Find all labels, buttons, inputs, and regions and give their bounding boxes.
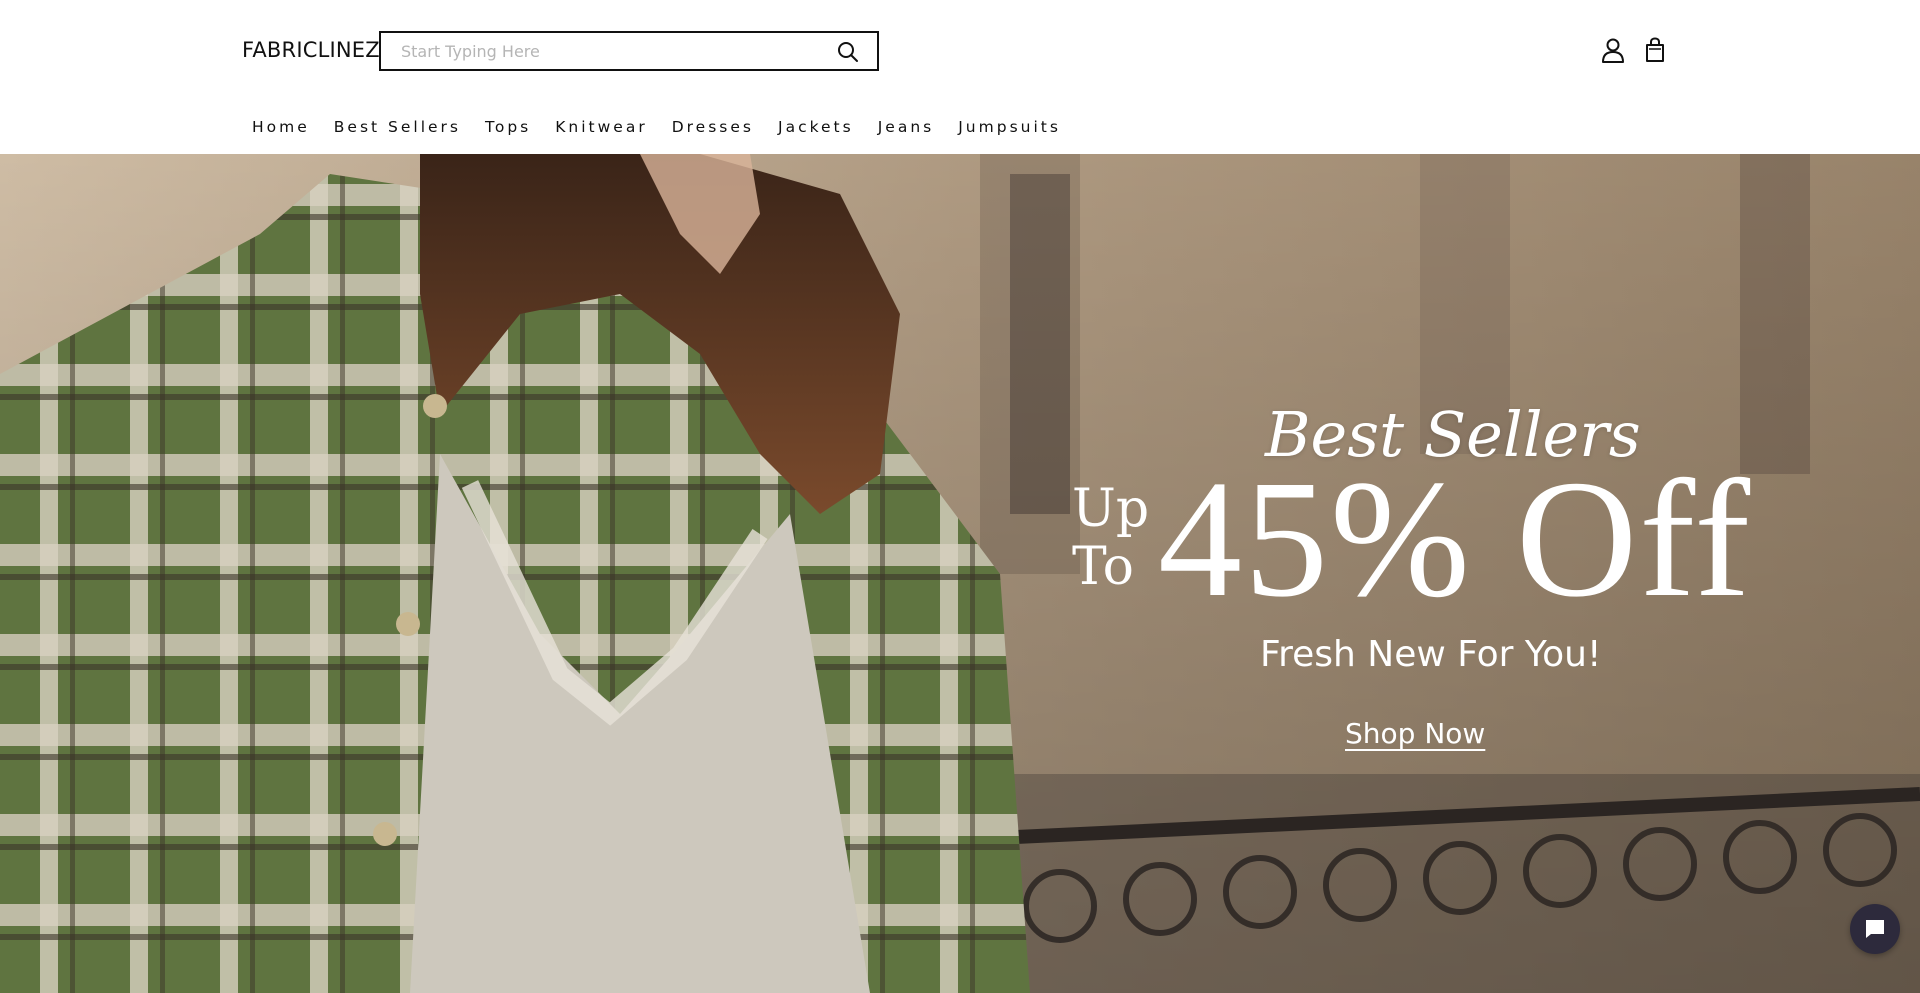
- hero-subheading: Fresh New For You!: [1260, 634, 1602, 675]
- nav-item-knitwear[interactable]: Knitwear: [555, 118, 647, 136]
- search-box: [379, 31, 879, 71]
- hero-banner[interactable]: Best Sellers Up To 45% Off Fresh New For…: [0, 154, 1920, 993]
- shopping-bag-icon[interactable]: [1642, 37, 1668, 63]
- nav-item-dresses[interactable]: Dresses: [672, 118, 754, 136]
- site-header: FABRICLINEZ Home Best Sellers Tops Knitw…: [0, 0, 1920, 154]
- nav-item-jeans[interactable]: Jeans: [878, 118, 935, 136]
- nav-item-jackets[interactable]: Jackets: [778, 118, 854, 136]
- search-icon[interactable]: [837, 41, 859, 63]
- chat-button[interactable]: [1850, 904, 1900, 954]
- nav-item-home[interactable]: Home: [252, 118, 310, 136]
- site-logo[interactable]: FABRICLINEZ: [242, 38, 380, 62]
- main-nav: Home Best Sellers Tops Knitwear Dresses …: [252, 118, 1085, 136]
- nav-item-tops[interactable]: Tops: [485, 118, 531, 136]
- chat-bubble-icon: [1866, 920, 1884, 938]
- search-input[interactable]: [401, 40, 821, 62]
- nav-item-best-sellers[interactable]: Best Sellers: [334, 118, 461, 136]
- hero-up-label: Up: [1072, 479, 1150, 539]
- hero-to-label: To: [1072, 537, 1134, 597]
- nav-item-jumpsuits[interactable]: Jumpsuits: [958, 118, 1061, 136]
- hero-promo: Best Sellers Up To 45% Off Fresh New For…: [1060, 154, 1820, 993]
- hero-discount: 45% Off: [1158, 446, 1753, 632]
- user-icon[interactable]: [1600, 37, 1626, 63]
- shop-now-link[interactable]: Shop Now: [1345, 717, 1485, 750]
